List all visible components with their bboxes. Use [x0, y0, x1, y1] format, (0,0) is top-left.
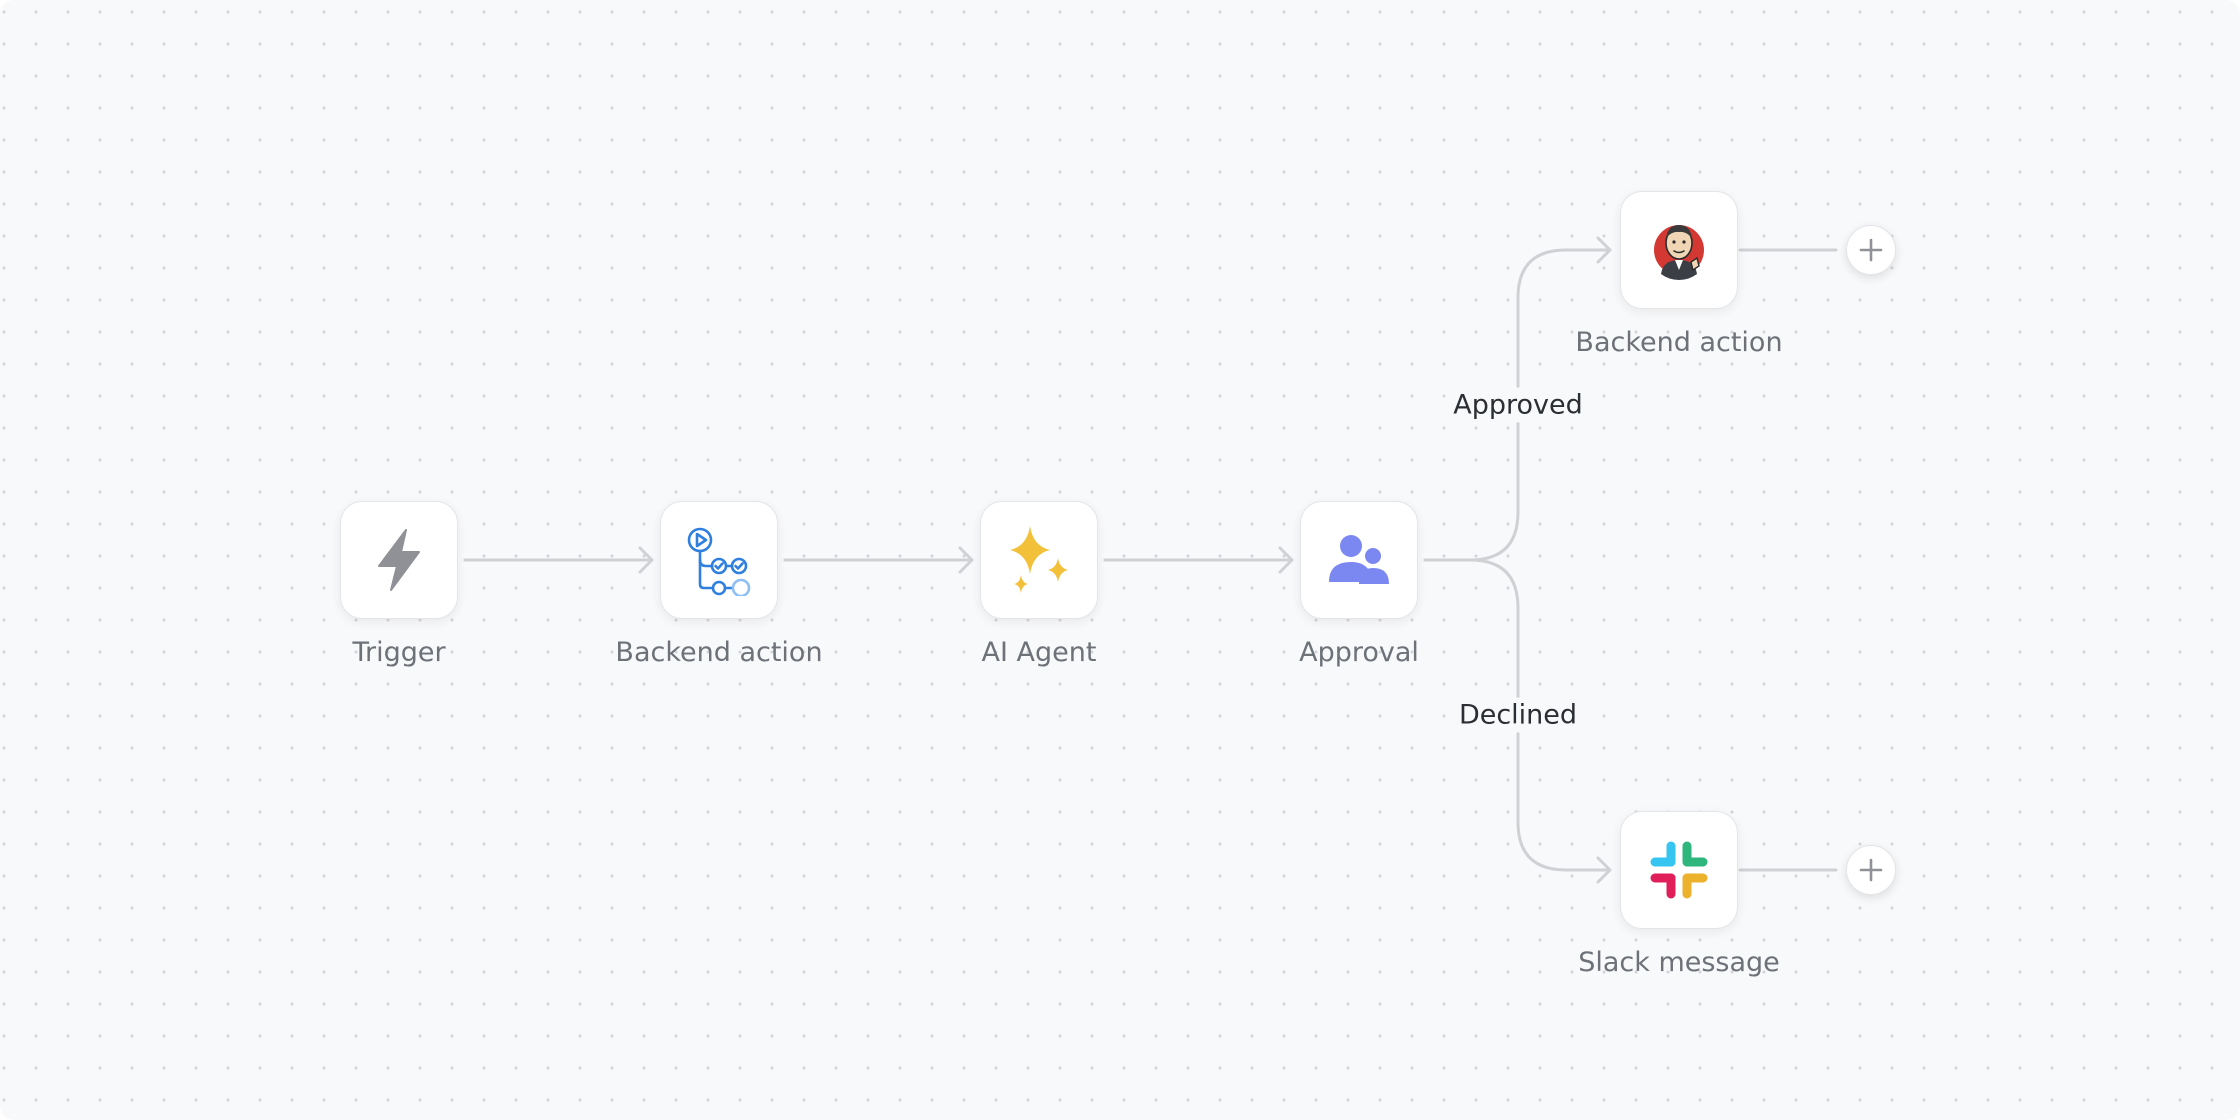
node-backend-action-jenkins[interactable] — [1620, 191, 1738, 309]
jenkins-icon — [1654, 225, 1704, 280]
users-icon — [1329, 535, 1389, 584]
workflow-canvas[interactable]: Trigger Backend action AI Agent Approval… — [0, 0, 2240, 1120]
node-approval-label: Approval — [1299, 637, 1419, 668]
node-trigger[interactable] — [340, 501, 458, 619]
add-step-button-declined[interactable] — [1846, 845, 1896, 895]
edge-ai-agent-to-approval — [1103, 546, 1294, 574]
plus-icon — [1859, 238, 1883, 262]
edge-backend-to-ai-agent — [783, 546, 974, 574]
sparkles-icon — [1010, 526, 1068, 593]
plus-icon — [1859, 858, 1883, 882]
branch-label-declined: Declined — [1450, 697, 1586, 733]
node-ai-agent-label: AI Agent — [981, 637, 1097, 668]
node-slack-message[interactable] — [1620, 811, 1738, 929]
node-backend-action-github-label: Backend action — [615, 637, 823, 668]
edge-trigger-to-backend — [463, 546, 654, 574]
branch-label-approved: Approved — [1445, 387, 1591, 423]
node-backend-action-jenkins-label: Backend action — [1575, 327, 1783, 358]
node-approval[interactable] — [1300, 501, 1418, 619]
slack-icon — [1650, 841, 1708, 899]
github-actions-icon — [687, 527, 751, 596]
node-slack-message-label: Slack message — [1578, 947, 1780, 978]
node-ai-agent[interactable] — [980, 501, 1098, 619]
node-backend-action-github[interactable] — [660, 501, 778, 619]
lightning-icon — [378, 529, 420, 591]
node-trigger-label: Trigger — [352, 637, 446, 668]
add-step-button-approved[interactable] — [1846, 225, 1896, 275]
workflow-edges — [463, 236, 1838, 884]
